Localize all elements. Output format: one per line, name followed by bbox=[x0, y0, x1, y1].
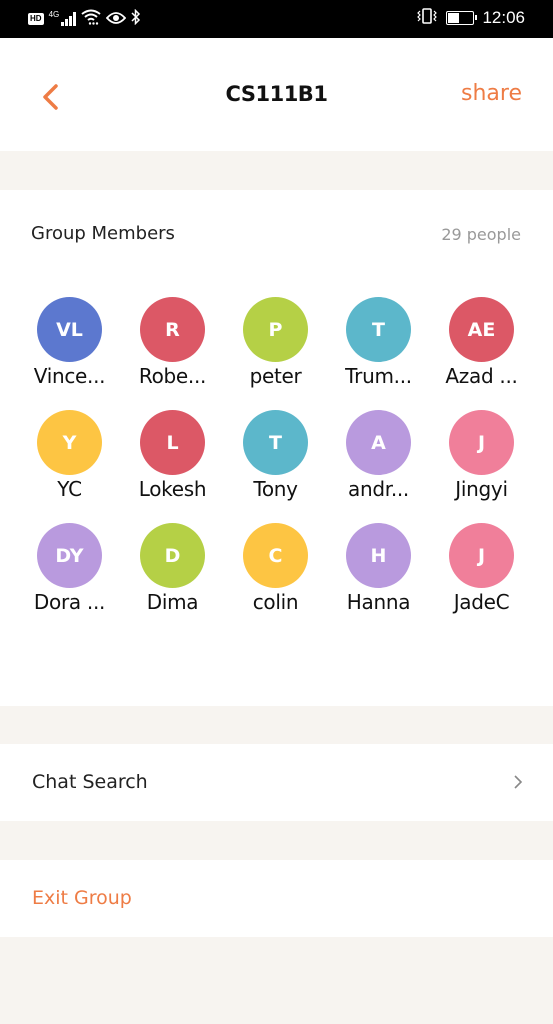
avatar: VL bbox=[37, 297, 102, 362]
member-name: Jingyi bbox=[455, 477, 508, 501]
avatar: J bbox=[449, 523, 514, 588]
avatar: AE bbox=[449, 297, 514, 362]
member-item[interactable]: D Dima bbox=[121, 523, 224, 614]
member-name: colin bbox=[252, 590, 299, 614]
share-button[interactable]: share bbox=[461, 81, 522, 106]
members-count[interactable]: 29 people bbox=[441, 225, 521, 244]
avatar: DY bbox=[37, 523, 102, 588]
member-item[interactable]: T Trum... bbox=[327, 297, 430, 388]
hd-icon: HD bbox=[28, 13, 44, 25]
member-item[interactable]: T Tony bbox=[224, 410, 327, 501]
chat-search-row[interactable]: Chat Search bbox=[0, 744, 553, 821]
status-bar-left: HD 4G bbox=[28, 8, 141, 29]
member-item[interactable]: Aandr... bbox=[327, 410, 430, 501]
chat-search-label: Chat Search bbox=[32, 771, 148, 793]
member-item[interactable]: Ppeter bbox=[224, 297, 327, 388]
avatar: T bbox=[346, 297, 411, 362]
battery-icon bbox=[446, 11, 478, 25]
avatar: A bbox=[346, 410, 411, 475]
member-item[interactable]: DY Dora ... bbox=[18, 523, 121, 614]
avatar: L bbox=[140, 410, 205, 475]
avatar: T bbox=[243, 410, 308, 475]
member-item[interactable]: L Lokesh bbox=[121, 410, 224, 501]
member-item[interactable]: AE Azad ... bbox=[430, 297, 533, 388]
signal-icon bbox=[61, 12, 76, 26]
status-bar: HD 4G 12:06 bbox=[0, 0, 553, 38]
group-members-section: Group Members 29 people VL Vince... R Robe… bbox=[0, 190, 553, 706]
member-name: Dima bbox=[146, 590, 199, 614]
member-item[interactable]: Y YC bbox=[18, 410, 121, 501]
member-item[interactable]: J Jingyi bbox=[430, 410, 533, 501]
chevron-right-icon bbox=[514, 775, 523, 789]
group-members-heading: Group Members bbox=[31, 223, 175, 244]
4g-icon: 4G bbox=[48, 9, 60, 19]
header: CS111B1 share bbox=[0, 38, 553, 151]
wifi-icon bbox=[81, 9, 101, 29]
member-item[interactable]: J JadeC bbox=[430, 523, 533, 614]
member-item[interactable]: Ccolin bbox=[224, 523, 327, 614]
member-name: andr... bbox=[348, 477, 409, 501]
avatar: R bbox=[140, 297, 205, 362]
vibrate-icon bbox=[416, 8, 438, 28]
member-name: YC bbox=[57, 477, 82, 501]
member-name: JadeC bbox=[453, 590, 510, 614]
exit-group-label: Exit Group bbox=[32, 887, 132, 909]
avatar: C bbox=[243, 523, 308, 588]
member-name: Lokesh bbox=[138, 477, 207, 501]
member-name: Tony bbox=[253, 477, 298, 501]
member-name: peter bbox=[249, 364, 302, 388]
member-item[interactable]: R Robe... bbox=[121, 297, 224, 388]
bluetooth-icon bbox=[131, 8, 141, 29]
member-item[interactable]: VL Vince... bbox=[18, 297, 121, 388]
member-name: Vince... bbox=[33, 364, 106, 388]
member-item[interactable]: H Hanna bbox=[327, 523, 430, 614]
member-name: Trum... bbox=[345, 364, 412, 388]
clock: 12:06 bbox=[482, 8, 525, 27]
member-name: Azad ... bbox=[445, 364, 518, 388]
status-bar-right: 12:06 bbox=[416, 8, 525, 28]
exit-group-button[interactable]: Exit Group bbox=[0, 860, 553, 937]
eye-icon bbox=[105, 10, 126, 29]
members-grid: VL Vince... R Robe... Ppeter T Trum... AE Az… bbox=[18, 297, 535, 614]
member-name: Robe... bbox=[138, 364, 207, 388]
member-name: Dora ... bbox=[33, 590, 106, 614]
avatar: J bbox=[449, 410, 514, 475]
avatar: Y bbox=[37, 410, 102, 475]
avatar: D bbox=[140, 523, 205, 588]
avatar: P bbox=[243, 297, 308, 362]
avatar: H bbox=[346, 523, 411, 588]
member-name: Hanna bbox=[346, 590, 411, 614]
